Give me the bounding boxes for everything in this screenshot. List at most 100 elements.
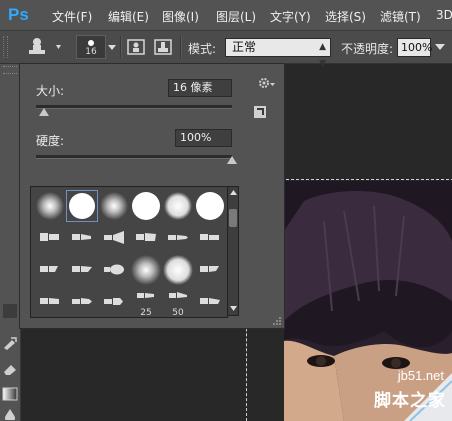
angled-brush-icon xyxy=(40,266,58,272)
soft-round-icon xyxy=(163,255,193,285)
hard-round-icon xyxy=(196,192,224,220)
toggle-brush-panel-button[interactable] xyxy=(153,38,173,56)
resize-grip-icon[interactable] xyxy=(272,316,282,326)
brush-preset-picker[interactable]: 16 xyxy=(76,35,106,59)
chalk-brush-icon xyxy=(169,292,187,298)
size-label: 大小: xyxy=(36,84,65,98)
menu-file[interactable]: 文件(F) xyxy=(52,8,92,25)
clone-source-icon xyxy=(127,39,145,55)
brush-tip-hard-round[interactable] xyxy=(194,190,226,222)
brush-size-number: 25 xyxy=(140,308,152,318)
brush-tip-flat[interactable] xyxy=(34,286,66,317)
brush-tip-chisel[interactable] xyxy=(66,222,98,254)
menu-bar: Ps 文件(F) 编辑(E) 图像(I) 图层(L) 文字(Y) 选择(S) 滤… xyxy=(0,0,452,31)
toolbar-grip[interactable] xyxy=(3,66,17,74)
opacity-slider-arrow[interactable] xyxy=(435,44,445,50)
brush-tip-airbrush[interactable] xyxy=(98,254,130,286)
hardness-label: 硬度: xyxy=(36,134,65,148)
stamp-icon xyxy=(29,38,61,54)
brush-tip-flat[interactable] xyxy=(194,286,226,317)
menu-filter[interactable]: 滤镜(T) xyxy=(380,8,421,25)
soft-round-icon xyxy=(36,192,64,220)
photoshop-logo: Ps xyxy=(8,5,29,24)
angled-brush-icon xyxy=(72,266,92,272)
photo-canvas[interactable] xyxy=(284,181,452,421)
clone-source-panel-button[interactable] xyxy=(126,38,146,56)
tools-panel xyxy=(0,64,21,421)
opacity-input[interactable]: 100% xyxy=(397,38,432,57)
angled-brush-icon xyxy=(200,266,219,272)
brush-size-number: 50 xyxy=(172,308,184,318)
brush-grid-scrollbar[interactable] xyxy=(227,186,239,316)
menu-edit[interactable]: 编辑(E) xyxy=(108,8,149,25)
updown-arrow-icon: ▲ ▼ xyxy=(319,42,326,69)
brush-tip-angled[interactable] xyxy=(194,254,226,286)
brush-tip-hard-round-selected[interactable] xyxy=(66,190,98,222)
hardness-slider-track[interactable] xyxy=(36,155,232,159)
brush-panel-icon xyxy=(154,39,172,55)
round-point-brush-icon xyxy=(72,298,92,304)
divider xyxy=(180,36,182,58)
brush-tip-round-point[interactable] xyxy=(66,286,98,317)
size-input[interactable]: 16 像素 xyxy=(168,79,232,97)
brush-tip-grid: 25 50 xyxy=(30,186,228,318)
mode-label: 模式: xyxy=(188,42,217,56)
menu-type[interactable]: 文字(Y) xyxy=(270,8,311,25)
menu-3d[interactable]: 3D xyxy=(436,8,452,22)
divider xyxy=(120,36,122,58)
brush-tip-soft-round[interactable] xyxy=(34,190,66,222)
hardness-input[interactable]: 100% xyxy=(175,129,232,147)
size-slider-thumb[interactable] xyxy=(38,108,49,116)
watermark-name: 脚本之家 xyxy=(374,391,446,411)
gear-icon[interactable] xyxy=(258,76,276,90)
menu-layer[interactable]: 图层(L) xyxy=(216,8,256,25)
hardness-slider-thumb[interactable] xyxy=(227,156,237,164)
brush-tip-hard-round[interactable] xyxy=(130,190,162,222)
brush-tip-50[interactable]: 50 xyxy=(162,286,194,318)
brush-size-readout: 16 xyxy=(85,47,97,57)
flat-brush-icon xyxy=(200,298,220,304)
flat-brush-icon xyxy=(40,298,59,304)
brush-tip-soft-round[interactable] xyxy=(98,190,130,222)
chisel-brush-icon xyxy=(72,234,91,240)
scrollbar-thumb[interactable] xyxy=(229,209,237,227)
blend-mode-value: 正常 xyxy=(232,40,257,54)
brush-tip-flat[interactable] xyxy=(130,222,162,254)
menu-select[interactable]: 选择(S) xyxy=(325,8,366,25)
brush-tip-soft-round[interactable] xyxy=(130,254,162,286)
fan-brush-icon xyxy=(104,231,124,244)
watermark-site: jb51.net xyxy=(397,368,444,383)
selected-tool-indicator[interactable] xyxy=(3,304,17,318)
brush-tip-round-point[interactable] xyxy=(98,286,130,317)
gradient-icon[interactable] xyxy=(2,387,18,401)
tool-preset-picker[interactable] xyxy=(26,37,68,57)
brush-tip-chisel[interactable] xyxy=(34,222,66,254)
chevron-down-icon[interactable] xyxy=(108,45,116,51)
flat-brush-icon xyxy=(200,234,219,240)
brush-tip-soft-round[interactable] xyxy=(162,190,194,222)
size-slider-track[interactable] xyxy=(36,105,232,109)
eraser-icon[interactable] xyxy=(2,362,18,376)
menu-image[interactable]: 图像(I) xyxy=(162,8,199,25)
history-brush-icon[interactable] xyxy=(2,336,18,350)
round-point-brush-icon xyxy=(104,298,123,305)
blend-mode-select[interactable]: 正常 ▲ ▼ xyxy=(225,38,331,69)
brush-tip-angled[interactable] xyxy=(34,254,66,286)
brush-tip-flat[interactable] xyxy=(194,222,226,254)
airbrush-icon xyxy=(104,264,124,275)
chalk-brush-icon xyxy=(137,293,154,298)
soft-round-icon xyxy=(131,255,161,285)
brush-preset-panel: 大小: 16 像素 硬度: 100% 25 50 xyxy=(19,63,285,329)
options-bar-grip[interactable] xyxy=(3,36,8,58)
brush-tip-fan[interactable] xyxy=(98,222,130,254)
brush-tip-soft-round[interactable] xyxy=(162,254,194,286)
brush-tip-25[interactable]: 25 xyxy=(130,286,162,318)
soft-round-icon xyxy=(164,192,192,220)
brush-tip-angled[interactable] xyxy=(66,254,98,286)
scroll-up-arrow-icon[interactable] xyxy=(230,190,237,195)
scroll-down-arrow-icon[interactable] xyxy=(230,306,237,311)
blur-icon[interactable] xyxy=(2,408,18,420)
brush-tip-round-point[interactable] xyxy=(162,222,194,254)
hard-round-icon xyxy=(132,192,160,220)
reset-size-icon[interactable] xyxy=(254,106,266,118)
